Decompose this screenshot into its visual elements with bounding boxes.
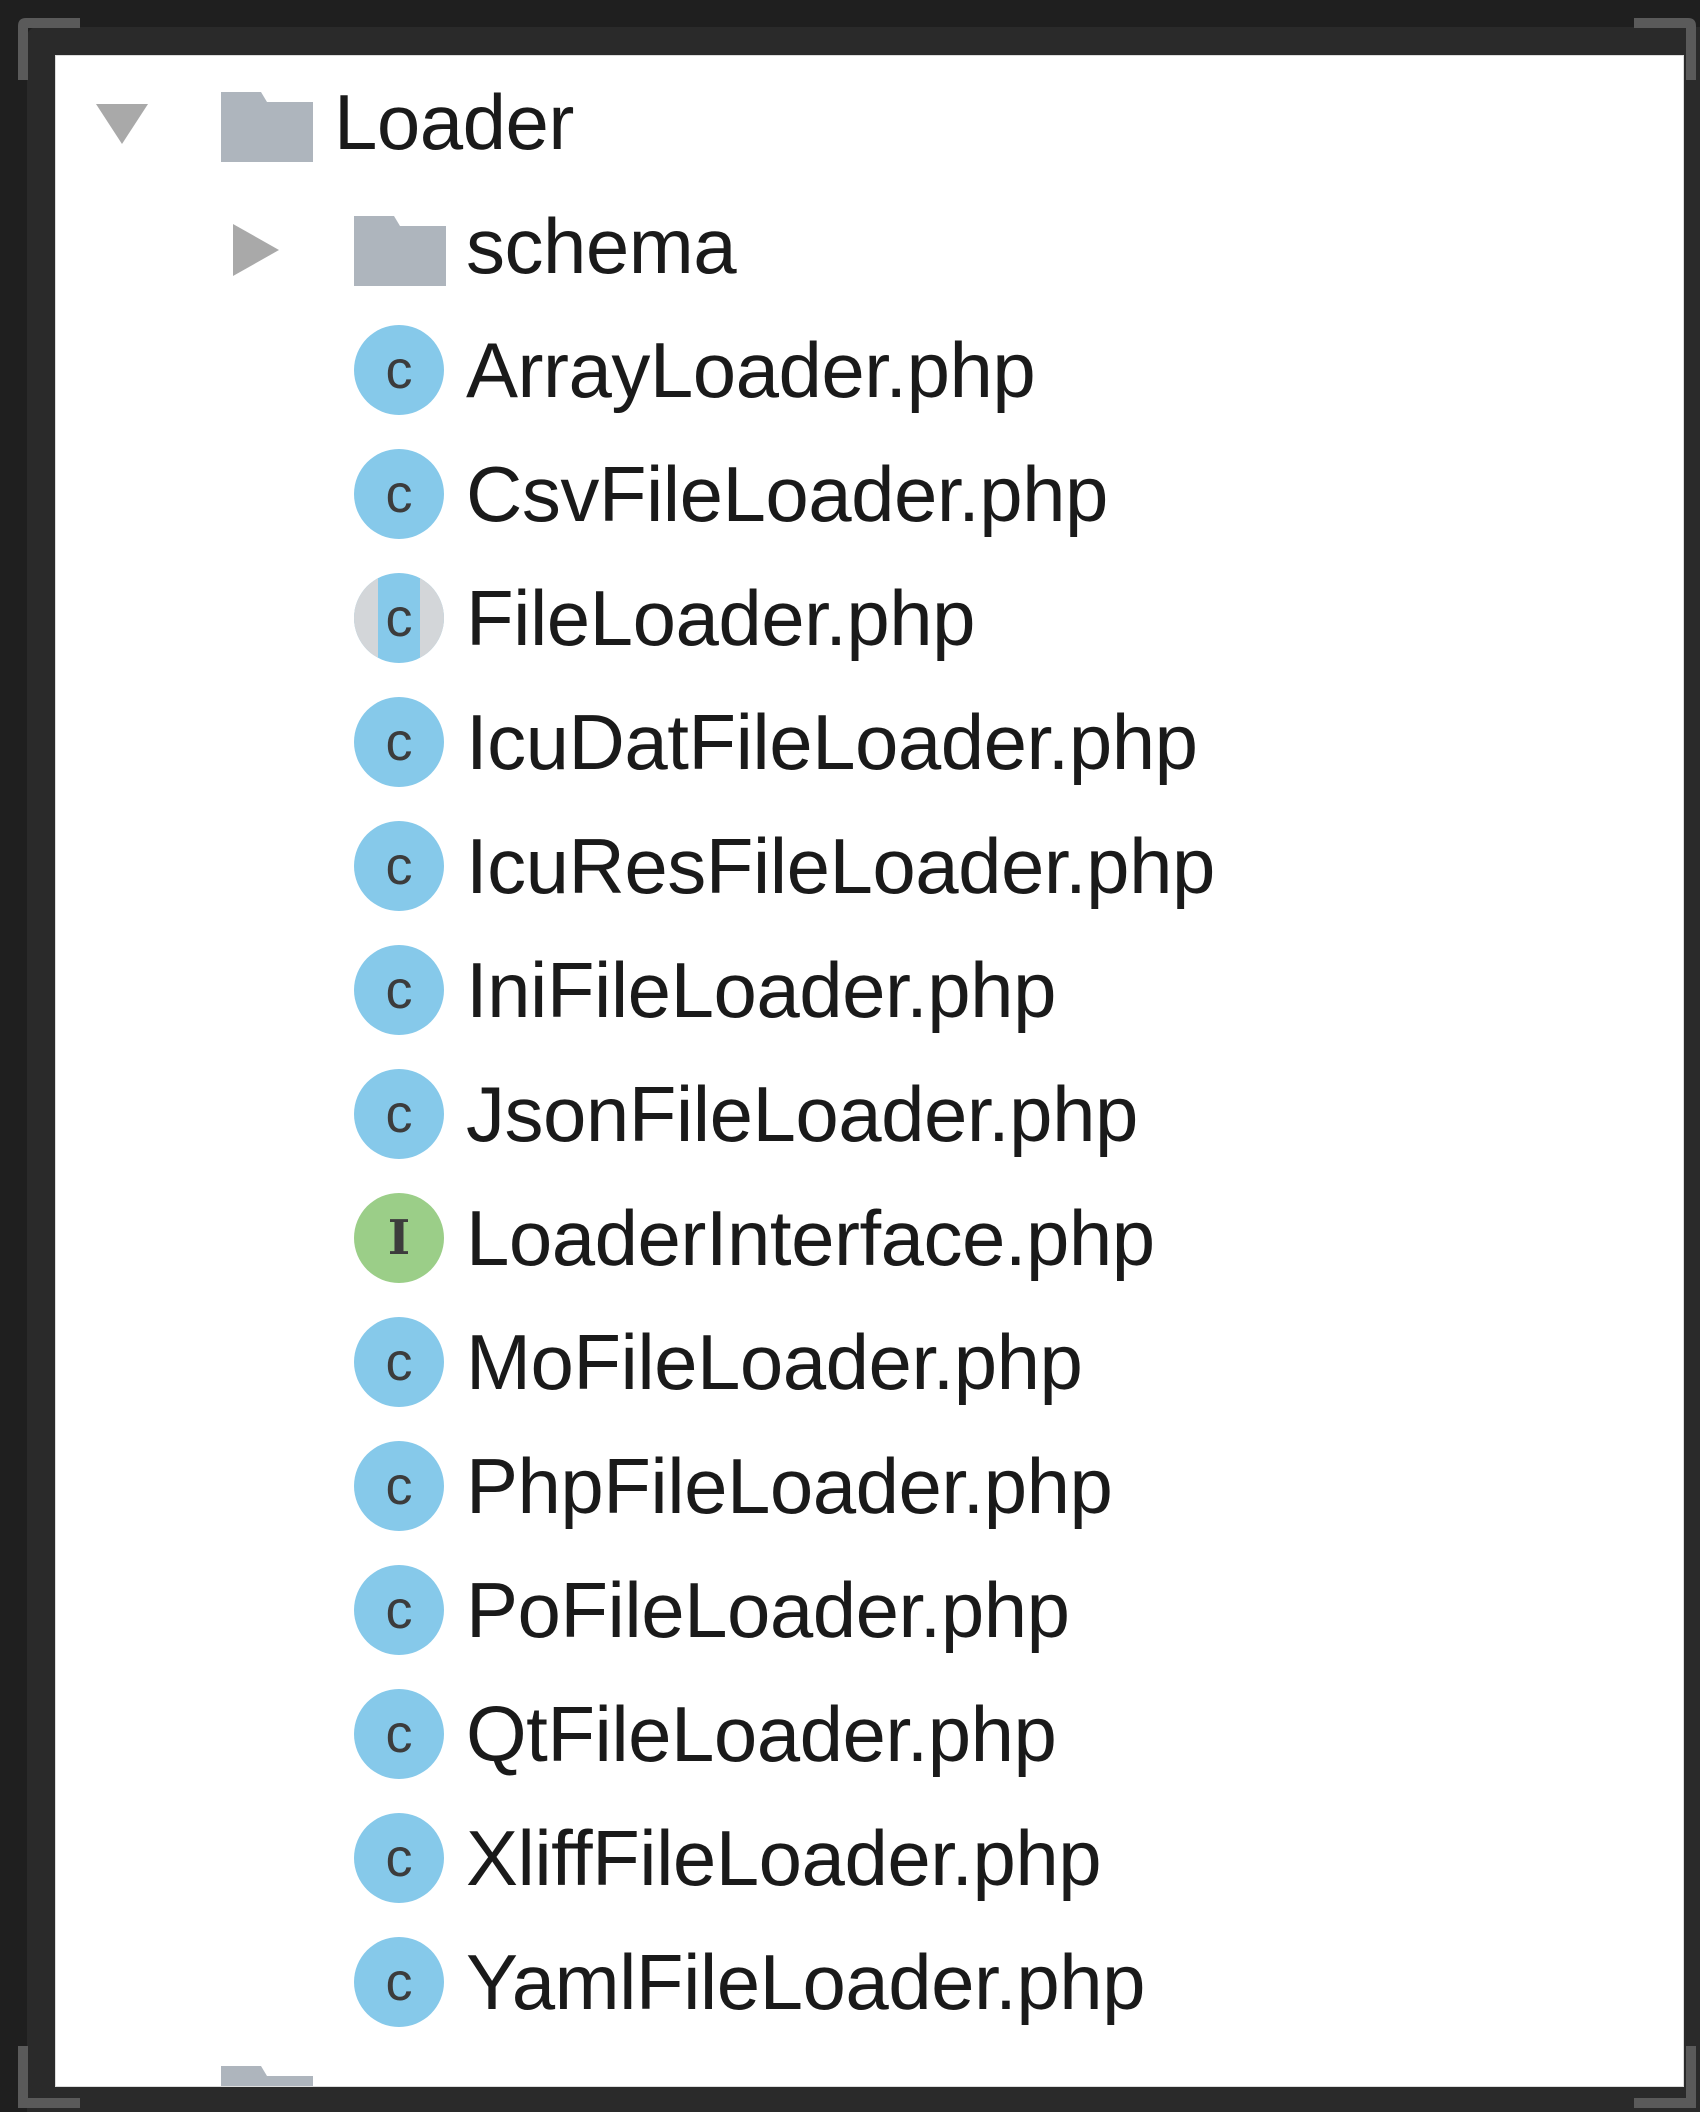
tree-node-label: CsvFileLoader.php bbox=[466, 450, 1108, 538]
tree-node-label: MoFileLoader.php bbox=[466, 1318, 1083, 1406]
tree-file-arrayloader[interactable]: c ArrayLoader.php bbox=[56, 308, 1683, 432]
tree-file-jsonfileloader[interactable]: c JsonFileLoader.php bbox=[56, 1052, 1683, 1176]
class-icon: c bbox=[354, 945, 444, 1035]
class-icon: c bbox=[354, 1317, 444, 1407]
tree-node-label: JsonFileLoader.php bbox=[466, 1070, 1138, 1158]
tree-file-fileloader[interactable]: c FileLoader.php bbox=[56, 556, 1683, 680]
tree-node-label: ArrayLoader.php bbox=[466, 326, 1036, 414]
class-icon: c bbox=[354, 1689, 444, 1779]
tree-node-schema[interactable]: schema bbox=[56, 184, 1683, 308]
tree-file-mofileloader[interactable]: c MoFileLoader.php bbox=[56, 1300, 1683, 1424]
class-icon: c bbox=[354, 449, 444, 539]
tree-node-label: YamlFileLoader.php bbox=[466, 1938, 1145, 2026]
tree-node-label: FileLoader.php bbox=[466, 574, 976, 662]
folder-icon bbox=[221, 92, 313, 162]
project-tree-panel: Loader schema c ArrayLoader.php c CsvFil… bbox=[55, 55, 1684, 2087]
class-icon: c bbox=[354, 1069, 444, 1159]
class-icon: c bbox=[354, 821, 444, 911]
class-icon: c bbox=[354, 1441, 444, 1531]
expand-arrow-down-icon[interactable] bbox=[92, 100, 152, 148]
tree-file-inifileloader[interactable]: c IniFileLoader.php bbox=[56, 928, 1683, 1052]
tree-file-xlifffileloader[interactable]: c XliffFileLoader.php bbox=[56, 1796, 1683, 1920]
tree-file-qtfileloader[interactable]: c QtFileLoader.php bbox=[56, 1672, 1683, 1796]
tree-node-label: PhpFileLoader.php bbox=[466, 1442, 1113, 1530]
class-icon: c bbox=[354, 1565, 444, 1655]
folder-icon bbox=[221, 2066, 313, 2086]
tree-node-label: IcuDatFileLoader.php bbox=[466, 698, 1198, 786]
tree-file-csvfileloader[interactable]: c CsvFileLoader.php bbox=[56, 432, 1683, 556]
tree-node-label: LoaderInterface.php bbox=[466, 1194, 1155, 1282]
tree-file-icudatfileloader[interactable]: c IcuDatFileLoader.php bbox=[56, 680, 1683, 804]
interface-icon: I bbox=[354, 1193, 444, 1283]
tree-node-label: PoFileLoader.php bbox=[466, 1566, 1070, 1654]
tree-file-yamlfileloader[interactable]: c YamlFileLoader.php bbox=[56, 1920, 1683, 2044]
tree-file-icuresfileloader[interactable]: c IcuResFileLoader.php bbox=[56, 804, 1683, 928]
tree-node-label: IniFileLoader.php bbox=[466, 946, 1056, 1034]
tree-file-loaderinterface[interactable]: I LoaderInterface.php bbox=[56, 1176, 1683, 1300]
tree-node-label: Loader bbox=[334, 78, 574, 166]
expand-arrow-right-icon[interactable] bbox=[229, 220, 283, 280]
folder-icon bbox=[354, 216, 446, 286]
class-icon: c bbox=[354, 1937, 444, 2027]
abstract-class-icon: c bbox=[354, 573, 444, 663]
class-icon: c bbox=[354, 325, 444, 415]
class-icon: c bbox=[354, 697, 444, 787]
tree-node-loader[interactable]: Loader bbox=[56, 60, 1683, 184]
tree-node-label: QtFileLoader.php bbox=[466, 1690, 1057, 1778]
tree-node-label: schema bbox=[466, 202, 737, 290]
tree-file-phpfileloader[interactable]: c PhpFileLoader.php bbox=[56, 1424, 1683, 1548]
tree-node-label: XliffFileLoader.php bbox=[466, 1814, 1102, 1902]
tree-node-label: IcuResFileLoader.php bbox=[466, 822, 1215, 910]
class-icon: c bbox=[354, 1813, 444, 1903]
tree-file-pofileloader[interactable]: c PoFileLoader.php bbox=[56, 1548, 1683, 1672]
